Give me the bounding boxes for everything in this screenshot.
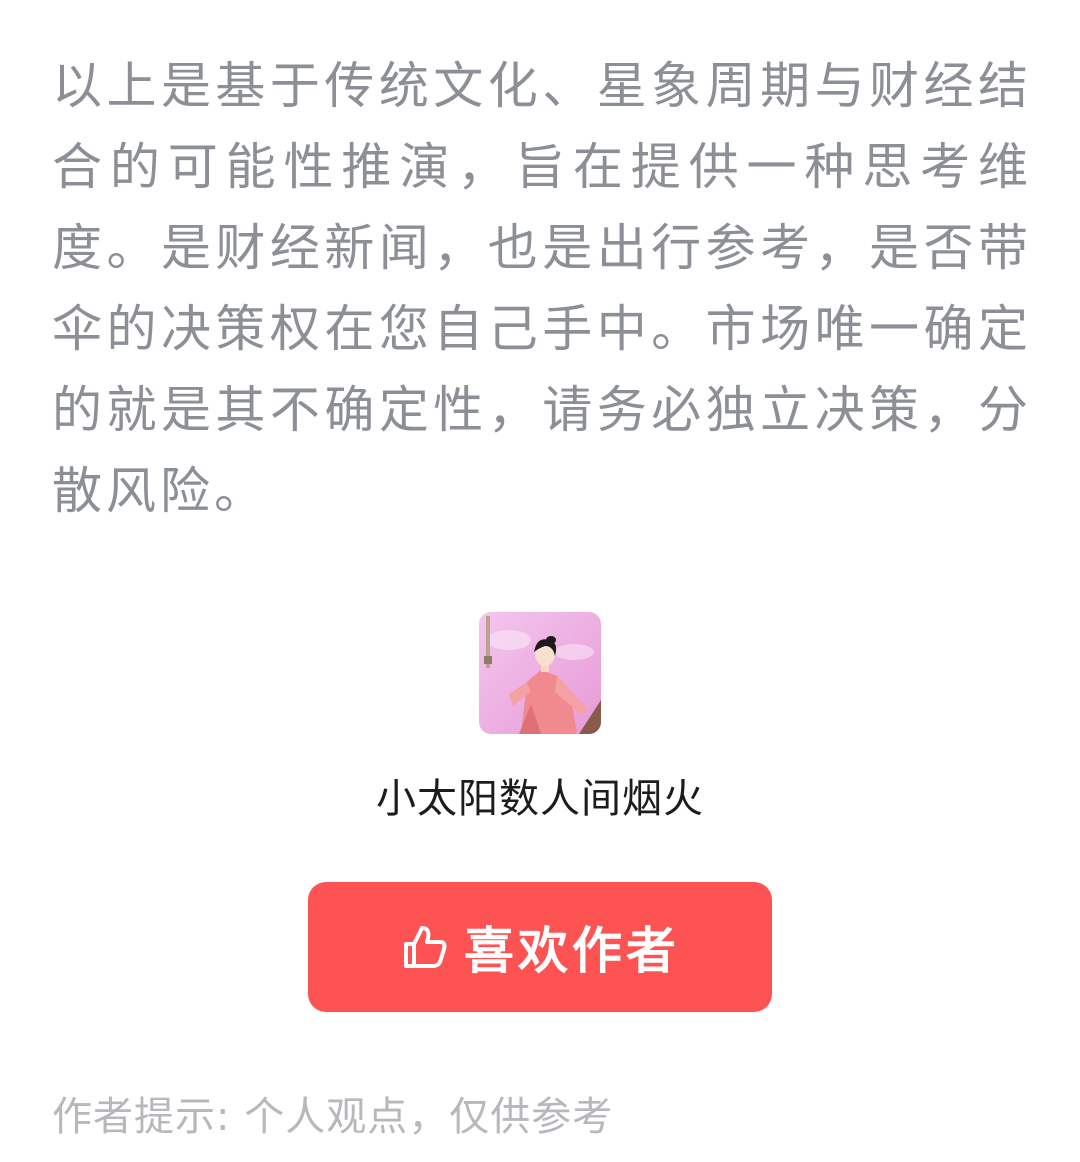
author-tip: 作者提示: 个人观点，仅供参考 [52,1094,614,1140]
author-avatar[interactable] [479,612,601,734]
like-button-label: 喜欢作者 [464,923,680,979]
author-card: 小太阳数人间烟火 喜欢作者 [0,612,1080,1012]
author-name[interactable]: 小太阳数人间烟火 [376,774,704,824]
avatar-illustration [479,612,601,734]
like-author-button[interactable]: 喜欢作者 [308,882,772,1012]
article-paragraph: 以上是基于传统文化、星象周期与财经结合的可能性推演，旨在提供一种思考维度。是财经… [52,57,1032,520]
thumbs-up-icon [400,922,450,972]
